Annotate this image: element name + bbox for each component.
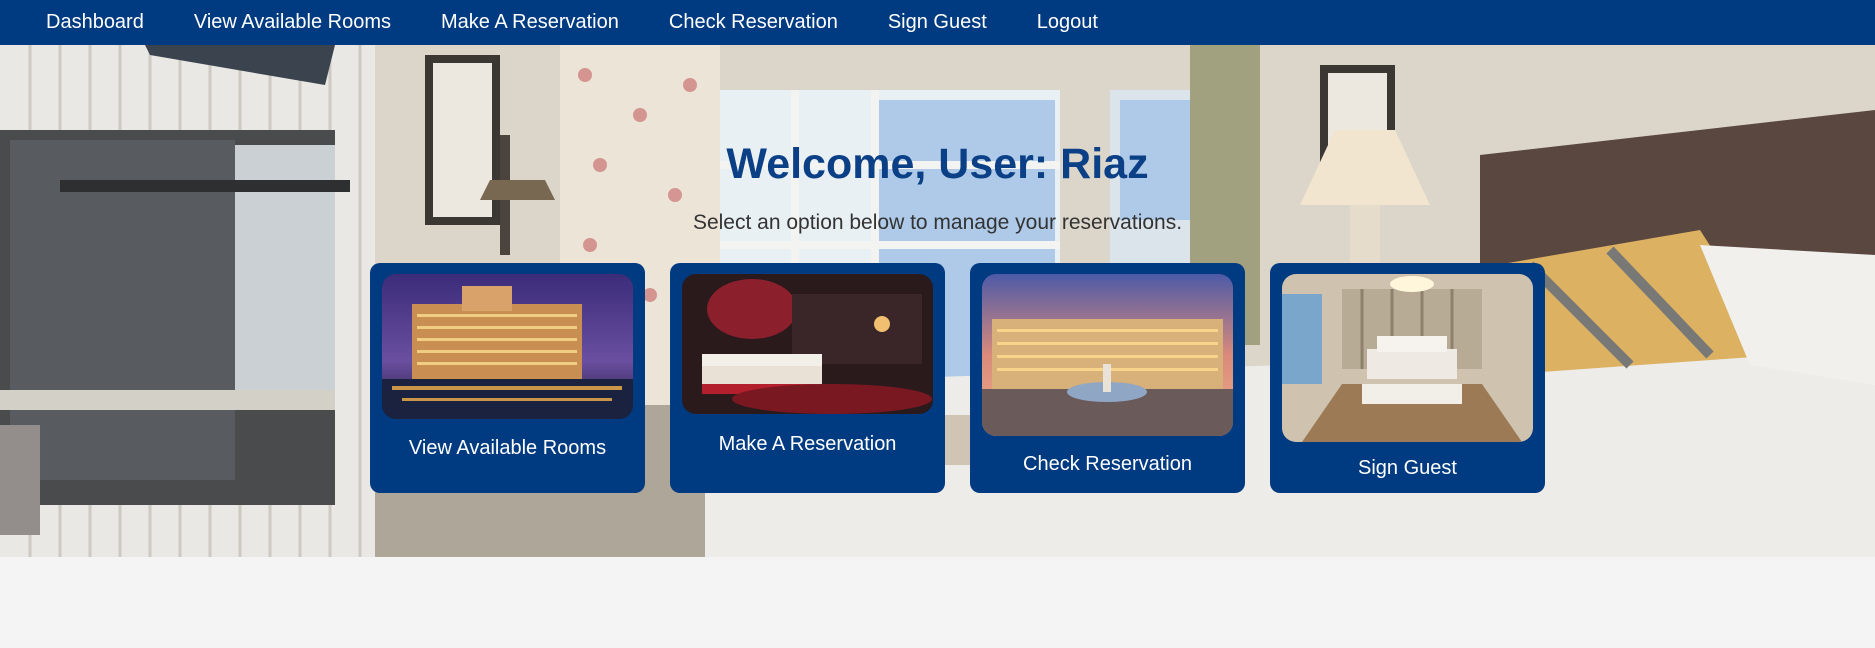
card-view-available-rooms[interactable]: View Available Rooms	[370, 263, 645, 493]
luxury-bedroom-image	[1282, 274, 1533, 442]
welcome-heading: Welcome, User: Riaz	[726, 140, 1149, 188]
nav-check-reservation[interactable]: Check Reservation	[669, 11, 838, 34]
card-check-reservation[interactable]: Check Reservation	[970, 263, 1245, 493]
hotel-exterior-night-image	[382, 274, 633, 419]
card-label: View Available Rooms	[408, 437, 607, 459]
nav-dashboard[interactable]: Dashboard	[46, 11, 144, 34]
nav-make-a-reservation[interactable]: Make A Reservation	[441, 11, 619, 34]
nav-logout[interactable]: Logout	[1037, 11, 1098, 34]
card-label: Sign Guest	[1358, 457, 1457, 479]
card-make-a-reservation[interactable]: Make A Reservation	[670, 263, 945, 493]
card-sign-guest[interactable]: Sign Guest	[1270, 263, 1545, 493]
nav-view-available-rooms[interactable]: View Available Rooms	[194, 11, 391, 34]
card-label: Check Reservation	[1023, 453, 1192, 475]
card-label: Make A Reservation	[718, 433, 897, 455]
red-bedroom-image	[682, 274, 933, 414]
hero-banner: Welcome, User: Riaz Select an option bel…	[0, 45, 1875, 557]
plaza-fountain-dusk-image	[982, 274, 1233, 436]
top-navbar: Dashboard View Available Rooms Make A Re…	[0, 0, 1875, 45]
nav-sign-guest[interactable]: Sign Guest	[888, 11, 987, 34]
welcome-subtitle: Select an option below to manage your re…	[692, 211, 1183, 234]
